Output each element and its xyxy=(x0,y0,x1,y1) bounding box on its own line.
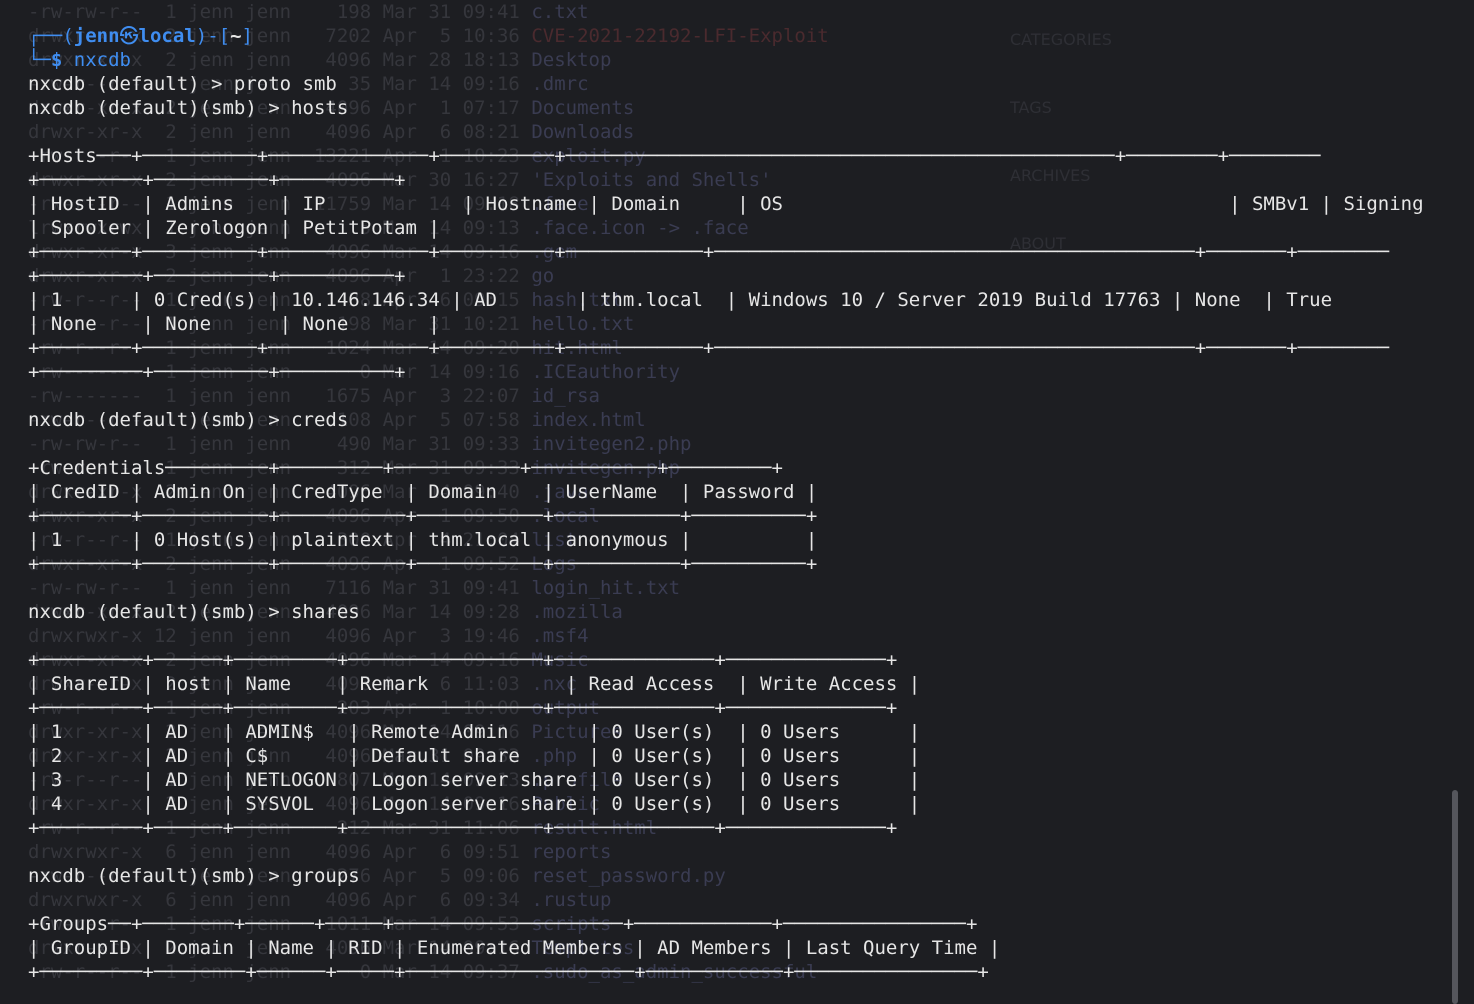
terminal-line: +─────────+──────────+──────────+ xyxy=(28,169,406,191)
command-text: nxcdb xyxy=(73,49,131,71)
prompt-at-icon: ㉿ xyxy=(119,25,139,47)
prompt-decoration: └─ xyxy=(28,49,51,71)
terminal-scrollbar[interactable] xyxy=(1452,0,1462,1004)
terminal-line: | GroupID | Domain | Name | RID | Enumer… xyxy=(28,937,1001,959)
prompt-decoration: ┌──( xyxy=(28,25,74,47)
prompt-line-1: ┌──(jenn㉿local)-[~] xyxy=(28,24,253,48)
prompt-directory: ~ xyxy=(230,25,242,47)
scrollbar-thumb[interactable] xyxy=(1452,790,1458,1004)
prompt-host: local xyxy=(138,25,196,47)
terminal-line: +─────────+──────+─────────+────────────… xyxy=(28,817,898,839)
prompt-user: jenn xyxy=(73,25,120,47)
terminal-line: +────────+───────────+───────────+──────… xyxy=(28,553,818,575)
terminal-line: +Hosts───+──────────+──────────────+────… xyxy=(28,145,1321,167)
terminal-line: +─────────+──────────+──────────+ xyxy=(28,265,406,287)
terminal-line: | 1 | 0 Host(s) | plaintext | thm.local … xyxy=(28,529,818,551)
terminal-line: | None | None | None | xyxy=(28,313,440,335)
terminal-line: +Groups──+────────+──────+─────+────────… xyxy=(28,913,978,935)
terminal-line: +─────────+────────+──────+─────+───────… xyxy=(28,961,989,983)
terminal-line: | HostID | Admins | IP | Hostname | Doma… xyxy=(28,193,1424,215)
terminal-line: nxcdb (default)(smb) > creds xyxy=(28,409,349,431)
terminal-line: | CredID | Admin On | CredType | Domain … xyxy=(28,481,818,503)
terminal-line: nxcdb (default) > proto smb xyxy=(28,73,337,95)
terminal-line: | 3 | AD | NETLOGON | Logon server share… xyxy=(28,769,921,791)
terminal-line: nxcdb (default)(smb) > hosts xyxy=(28,97,349,119)
terminal-line: | 1 | AD | ADMIN$ | Remote Admin | 0 Use… xyxy=(28,721,921,743)
terminal-line: +Credentials─────────+─────────+────────… xyxy=(28,457,783,479)
terminal-line: +─────────+──────+─────────+────────────… xyxy=(28,697,898,719)
terminal-line: | 1 | 0 Cred(s) | 10.146.146.34 | AD | t… xyxy=(28,289,1333,311)
terminal-output[interactable]: ┌──(jenn㉿local)-[~] └─$ nxcdb nxcdb (def… xyxy=(28,0,1438,1004)
terminal-line: +─────────+──────+─────────+────────────… xyxy=(28,649,898,671)
terminal-line: | 4 | AD | SYSVOL | Logon server share |… xyxy=(28,793,921,815)
terminal-line: +────────+──────────+──────────────+────… xyxy=(28,337,1390,359)
terminal-line: | 2 | AD | C$ | Default share | 0 User(s… xyxy=(28,745,921,767)
terminal-line: nxcdb (default)(smb) > shares xyxy=(28,601,360,623)
prompt-decoration: ] xyxy=(241,25,253,47)
prompt-decoration: )-[ xyxy=(195,25,231,47)
terminal-line: | Spooler | Zerologon | PetitPotam | xyxy=(28,217,440,239)
prompt-line-2: └─$ nxcdb xyxy=(28,48,131,72)
terminal-line: | ShareID | host | Name | Remark | Read … xyxy=(28,673,921,695)
terminal-line: +────────+───────────+───────────+──────… xyxy=(28,505,818,527)
terminal-line: +─────────+──────────+──────────+ xyxy=(28,361,406,383)
terminal-line: nxcdb (default)(smb) > groups xyxy=(28,865,360,887)
terminal-line: +────────+──────────+──────────────+────… xyxy=(28,241,1390,263)
prompt-dollar: $ xyxy=(50,49,63,71)
